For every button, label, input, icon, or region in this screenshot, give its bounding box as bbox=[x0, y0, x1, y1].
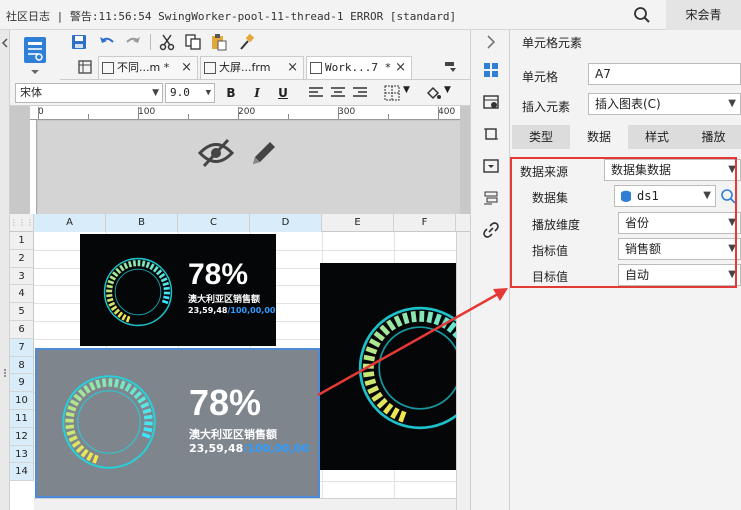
annotation-arrow bbox=[317, 288, 508, 397]
